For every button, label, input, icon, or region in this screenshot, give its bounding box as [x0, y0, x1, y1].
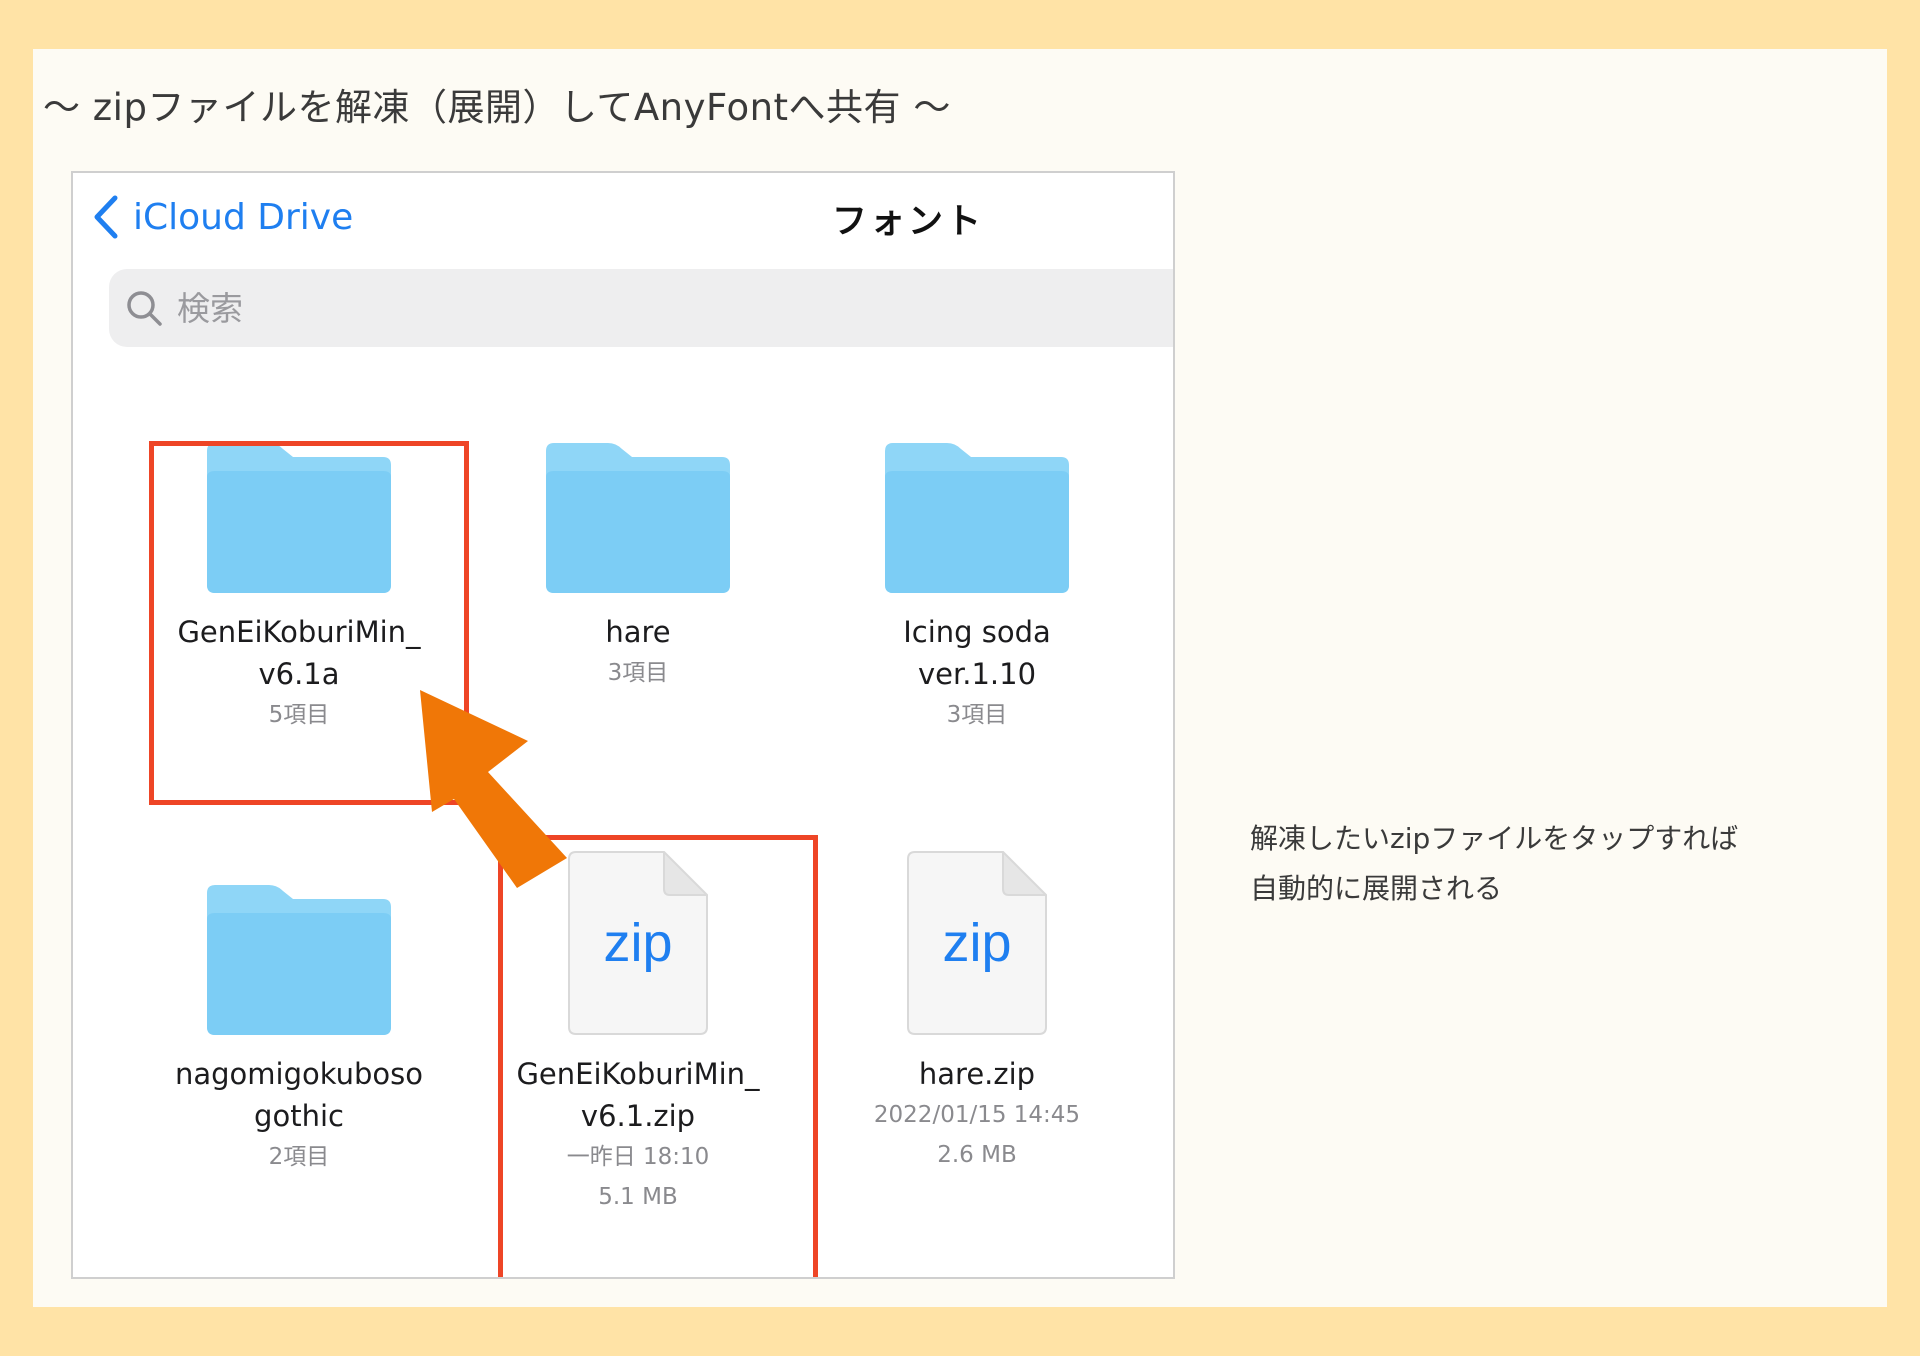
files-app-screenshot: iCloud Drive フォント GenEiKoburiMin_ v6.1a … — [71, 171, 1175, 1279]
magnifier-icon — [127, 291, 162, 326]
grid-item-folder[interactable]: hare 3項目 — [488, 443, 788, 693]
back-button[interactable]: iCloud Drive — [91, 191, 353, 243]
grid-item-zip-file[interactable]: zip GenEiKoburiMin_ v6.1.zip 一昨日 18:10 5… — [488, 851, 788, 1217]
item-name: hare — [605, 615, 671, 649]
grid-item-folder[interactable]: nagomigokuboso gothic 2項目 — [149, 885, 449, 1177]
chevron-left-icon — [94, 195, 118, 239]
item-name: hare.zip — [918, 1057, 1036, 1091]
search-input[interactable] — [175, 287, 979, 329]
grid-item-folder[interactable]: Icing soda ver.1.10 3項目 — [827, 443, 1127, 735]
item-date: 2022/01/15 14:45 — [873, 1102, 1081, 1128]
folder-icon — [207, 443, 391, 593]
item-date: 一昨日 18:10 — [566, 1144, 710, 1170]
item-name: GenEiKoburiMin_ v6.1a — [177, 615, 421, 691]
item-count: 3項目 — [946, 702, 1008, 728]
folder-icon — [207, 885, 391, 1035]
content-panel: 〜 zipファイルを解凍（展開）してAnyFontへ共有 〜 iCloud Dr… — [33, 49, 1887, 1307]
folder-title: フォント — [831, 202, 985, 242]
item-size: 5.1 MB — [598, 1184, 678, 1210]
zip-label: zip — [942, 913, 1011, 973]
instruction-note: 解凍したいzipファイルをタップすれば 自動的に展開される — [1250, 822, 1739, 905]
item-count: 3項目 — [607, 660, 669, 686]
grid-item-folder[interactable]: GenEiKoburiMin_ v6.1a 5項目 — [149, 443, 449, 735]
item-size: 2.6 MB — [937, 1142, 1017, 1168]
item-count: 2項目 — [268, 1144, 330, 1170]
item-name: GenEiKoburiMin_ v6.1.zip — [516, 1057, 760, 1133]
item-count: 5項目 — [268, 702, 330, 728]
zip-label: zip — [603, 913, 672, 973]
zip-file-icon: zip — [907, 851, 1047, 1035]
folder-icon — [546, 443, 730, 593]
page-heading: 〜 zipファイルを解凍（展開）してAnyFontへ共有 〜 — [43, 86, 951, 129]
folder-icon — [885, 443, 1069, 593]
zip-file-icon: zip — [568, 851, 708, 1035]
back-button-label: iCloud Drive — [133, 196, 354, 238]
item-name: Icing soda ver.1.10 — [903, 615, 1051, 691]
search-bar[interactable] — [109, 269, 1173, 347]
item-name: nagomigokuboso gothic — [174, 1057, 424, 1133]
grid-item-zip-file[interactable]: zip hare.zip 2022/01/15 14:45 2.6 MB — [827, 851, 1127, 1175]
